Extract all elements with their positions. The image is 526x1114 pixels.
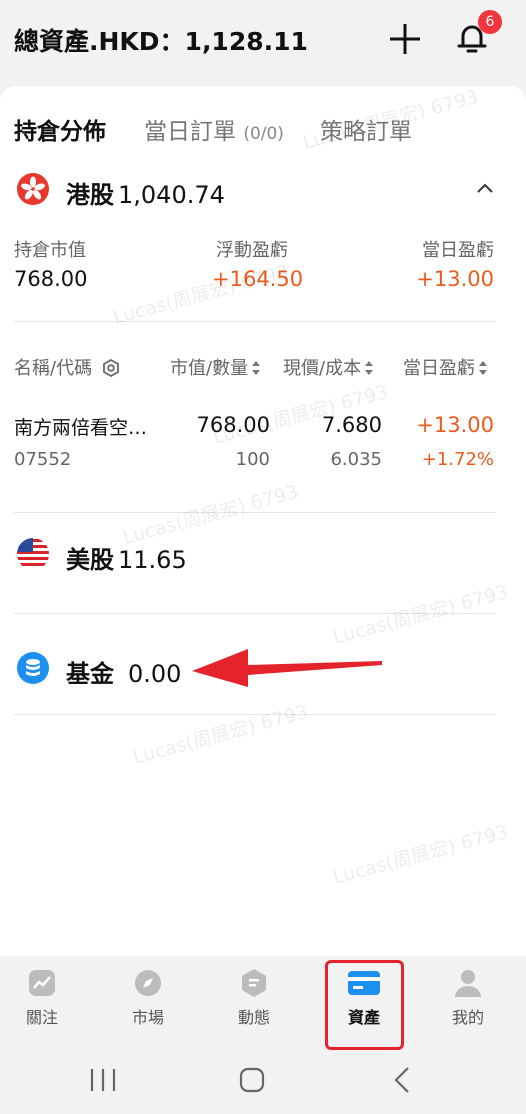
highlight-annotation-box	[325, 960, 404, 1050]
header: 總資產.HKD：1,128.11 6	[0, 0, 526, 86]
hk-stocks-value: 1,040.74	[118, 181, 225, 209]
hong-kong-flag-icon	[17, 173, 49, 205]
plus-icon[interactable]	[388, 22, 422, 56]
chevron-up-icon[interactable]	[476, 182, 494, 194]
divider	[14, 512, 496, 513]
position-cost: 6.035	[330, 449, 382, 470]
compass-icon	[135, 970, 161, 996]
fund-coin-icon	[17, 652, 49, 684]
column-mv-qty[interactable]: 市值/數量	[170, 354, 261, 380]
divider	[14, 714, 496, 715]
back-icon[interactable]	[392, 1066, 412, 1094]
position-code: 07552	[14, 449, 72, 470]
tab-strategy-orders[interactable]: 策略訂單	[320, 112, 412, 146]
recent-apps-icon[interactable]	[88, 1066, 118, 1094]
tab-watchlist-label: 關注	[25, 1008, 58, 1027]
sort-icon	[479, 361, 487, 375]
home-icon[interactable]	[238, 1066, 266, 1094]
fund-value: 0.00	[128, 660, 182, 688]
column-daily-pl[interactable]: 當日盈虧	[403, 354, 488, 380]
floating-pl-label: 浮動盈虧	[216, 240, 288, 261]
us-stocks-value: 11.65	[118, 546, 187, 574]
position-daily-pl: +13.00	[416, 413, 494, 437]
notification-badge: 6	[478, 10, 502, 34]
tab-me-label: 我的	[451, 1008, 484, 1027]
hk-stocks-title: 港股	[66, 181, 114, 209]
us-stocks-title: 美股	[66, 546, 114, 574]
position-market-value: 768.00	[196, 413, 270, 437]
assets-card	[0, 86, 526, 956]
tab-feed-label: 動態	[237, 1008, 270, 1027]
tab-feed[interactable]: 動態	[214, 968, 294, 1028]
tab-market[interactable]: 市場	[108, 968, 188, 1028]
daily-orders-count: (0/0)	[243, 124, 284, 144]
market-value-label: 持倉市值	[14, 240, 86, 261]
sort-icon	[365, 361, 374, 375]
us-stocks-row[interactable]: 美股 11.65	[66, 540, 187, 575]
chart-icon	[29, 970, 55, 996]
tab-market-label: 市場	[131, 1008, 164, 1027]
settings-icon[interactable]	[102, 359, 120, 377]
us-flag-icon	[17, 538, 49, 570]
daily-pl: +13.00	[416, 267, 494, 291]
divider	[14, 321, 496, 322]
daily-pl-label: 當日盈虧	[422, 240, 494, 261]
divider	[14, 613, 496, 614]
hk-stocks-row[interactable]: 港股 1,040.74	[66, 175, 225, 210]
position-price: 7.680	[321, 413, 382, 437]
position-name: 南方兩倍看空…	[14, 417, 148, 439]
hexagon-icon	[242, 969, 266, 997]
floating-pl: +164.50	[212, 267, 304, 291]
person-icon	[455, 970, 481, 997]
column-price-cost[interactable]: 現價/成本	[283, 354, 374, 380]
red-arrow-annotation	[192, 649, 382, 687]
position-quantity: 100	[235, 449, 270, 470]
tab-holdings[interactable]: 持倉分佈	[14, 112, 106, 146]
total-assets: 總資產.HKD：1,128.11	[14, 27, 308, 56]
tab-watchlist[interactable]: 關注	[2, 968, 82, 1028]
position-daily-pl-pct: +1.72%	[421, 449, 494, 470]
column-name-code[interactable]: 名稱/代碼	[14, 354, 120, 380]
fund-row[interactable]: 基金 0.00	[66, 654, 181, 689]
tab-me[interactable]: 我的	[428, 968, 508, 1028]
fund-title: 基金	[66, 660, 114, 688]
tab-daily-orders[interactable]: 當日訂單 (0/0)	[144, 112, 284, 146]
sort-icon	[252, 361, 261, 375]
market-value: 768.00	[14, 267, 88, 291]
